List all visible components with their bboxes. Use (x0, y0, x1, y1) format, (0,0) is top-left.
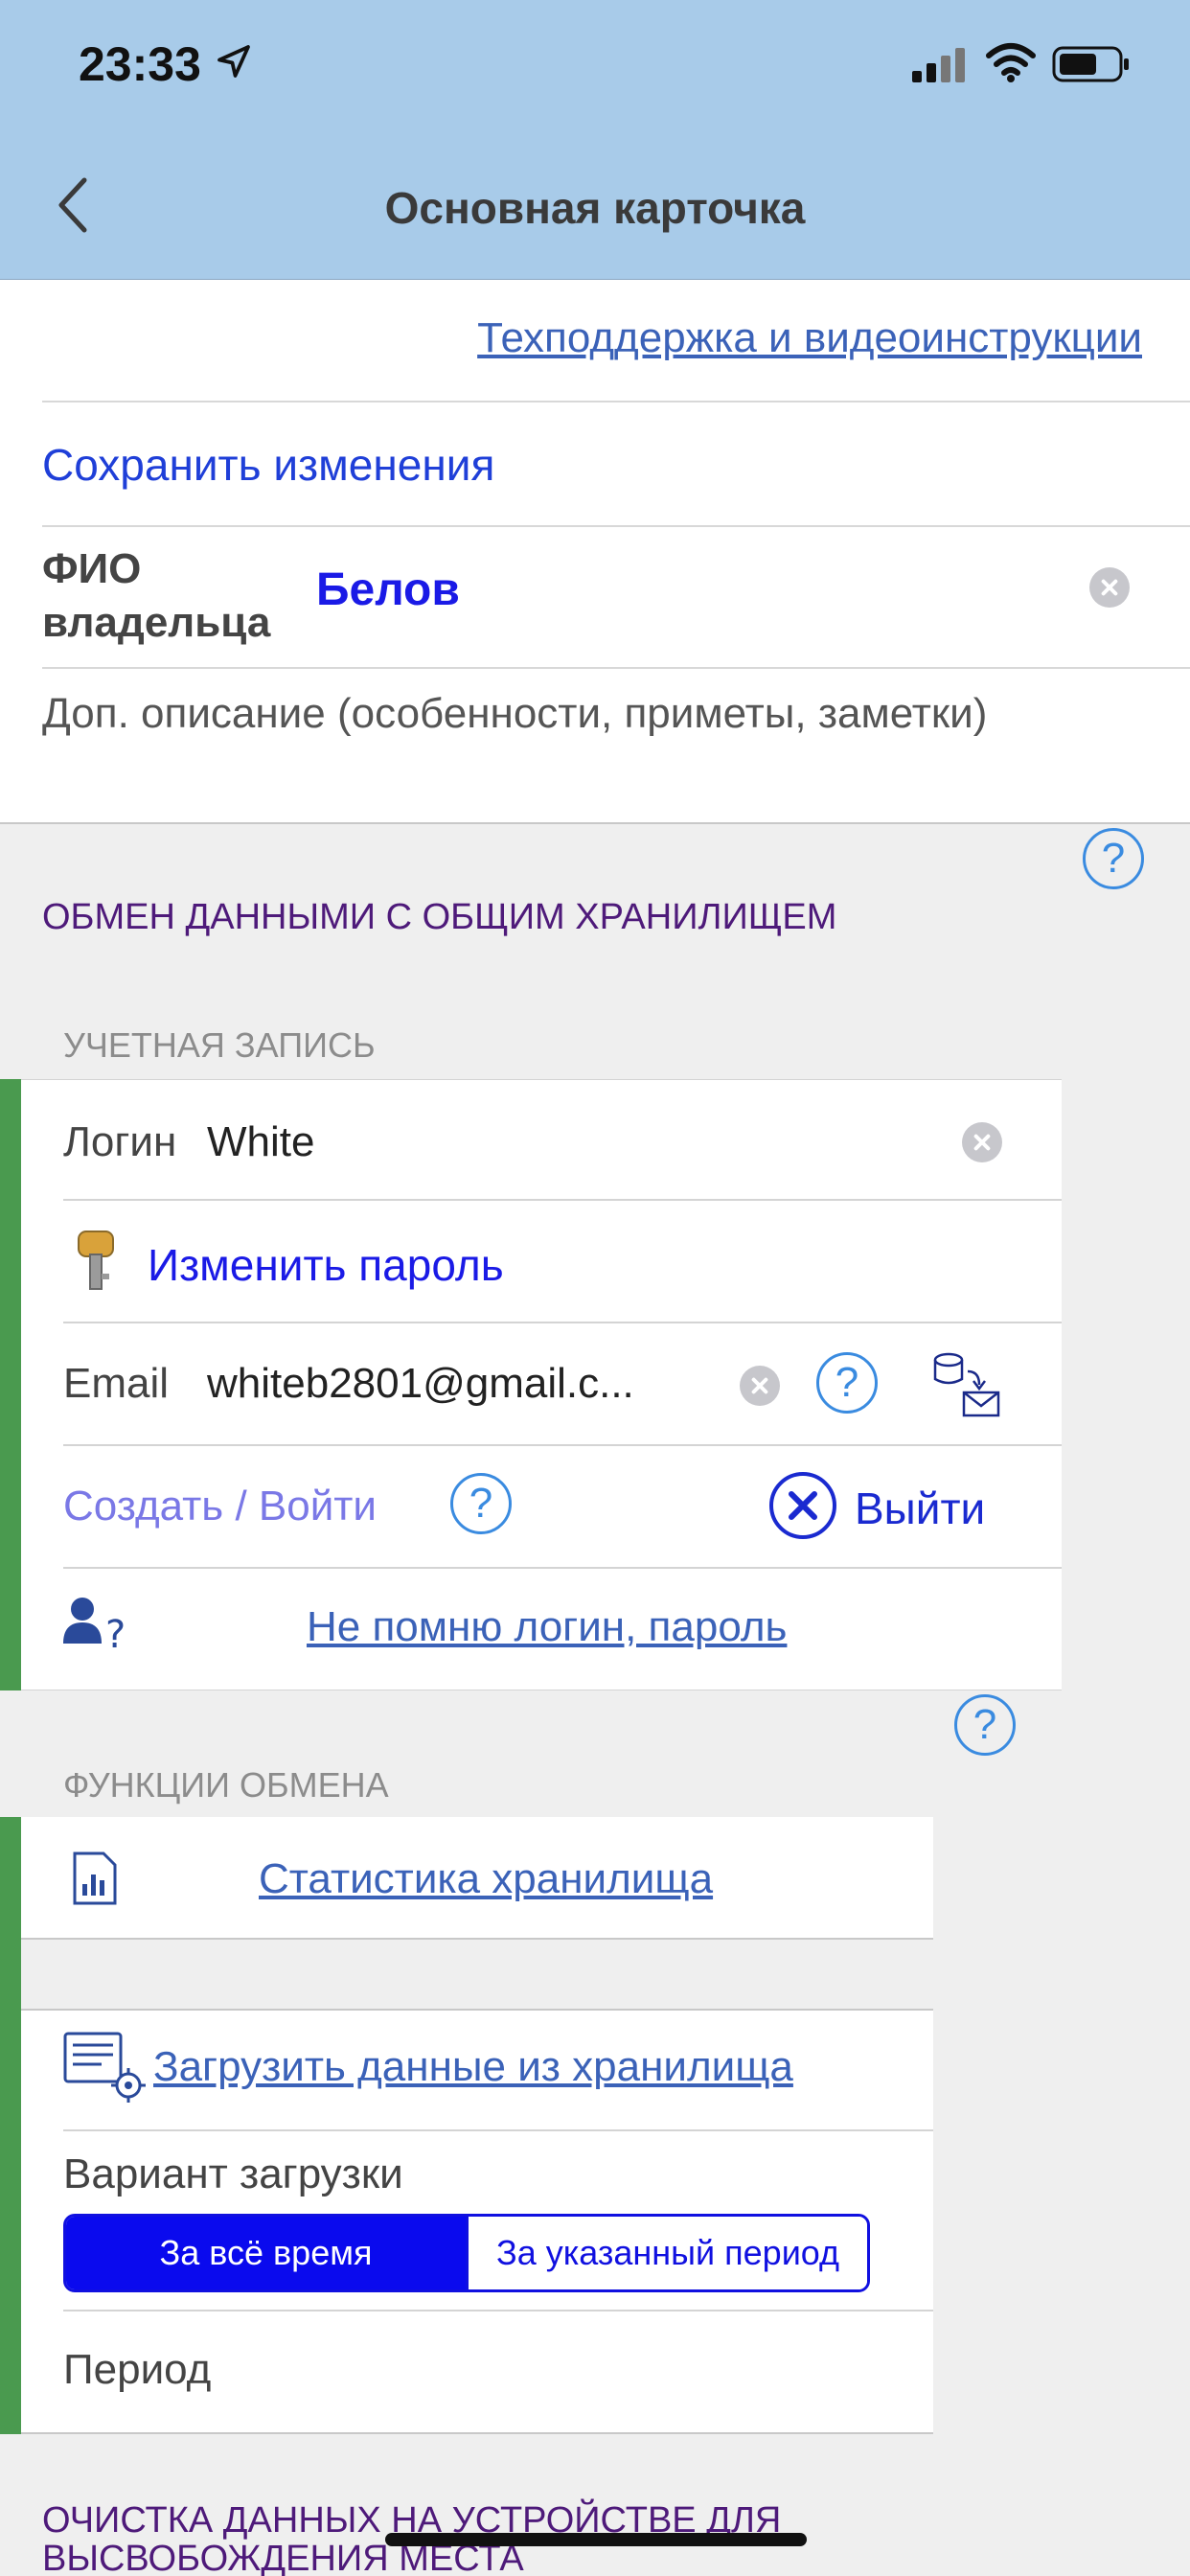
help-functions-icon[interactable]: ? (954, 1694, 1016, 1756)
forgot-credentials-link[interactable]: Не помню логин, пароль (307, 1603, 787, 1651)
divider (42, 667, 1190, 669)
support-link[interactable]: Техподдержка и видеоинструкции (477, 314, 1142, 362)
functions-section-header: ФУНКЦИИ ОБМЕНА (63, 1765, 389, 1805)
divider (63, 1199, 1062, 1201)
functions-green-bar (0, 1817, 21, 2434)
owner-label-line2: владельца (42, 599, 271, 646)
help-exchange-icon[interactable]: ? (1083, 828, 1144, 889)
divider (63, 1444, 1062, 1446)
period-field[interactable]: Период (63, 2346, 211, 2394)
clear-owner-icon[interactable] (1089, 567, 1130, 608)
divider (63, 1322, 1062, 1323)
description-input[interactable]: Доп. описание (особенности, приметы, зам… (42, 690, 987, 738)
login-input[interactable]: White (207, 1118, 314, 1166)
logout-button[interactable]: Выйти (855, 1483, 985, 1534)
svg-text:?: ? (105, 1613, 126, 1655)
battery-icon (1052, 46, 1129, 82)
help-email-icon[interactable]: ? (816, 1352, 878, 1414)
divider (42, 525, 1190, 527)
owner-card: Техподдержка и видеоинструкции Сохранить… (0, 280, 1190, 824)
wifi-icon (986, 43, 1036, 82)
storage-statistics-link[interactable]: Статистика хранилища (259, 1855, 713, 1903)
statistics-chart-icon (73, 1852, 117, 1905)
option-specified-period[interactable]: За указанный период (469, 2217, 867, 2289)
help-create-icon[interactable]: ? (450, 1473, 512, 1534)
account-panel: Логин White Изменить пароль Email whiteb… (21, 1079, 1062, 1690)
divider (42, 401, 1190, 402)
login-label: Логин (63, 1118, 177, 1165)
save-changes-button[interactable]: Сохранить изменения (42, 439, 494, 491)
owner-label-line1: ФИО (42, 545, 142, 592)
create-login-button[interactable]: Создать / Войти (63, 1483, 377, 1530)
email-label: Email (63, 1360, 170, 1407)
navigation-bar: Основная карточка (0, 134, 1190, 280)
load-variant-segmented-control: За всё время За указанный период (63, 2214, 870, 2292)
cellular-signal-icon (912, 48, 965, 82)
option-all-time[interactable]: За всё время (66, 2217, 469, 2289)
logout-x-icon[interactable] (768, 1471, 837, 1540)
load-from-storage-link[interactable]: Загрузить данные из хранилища (153, 2043, 793, 2091)
owner-name-input[interactable]: Белов (316, 564, 460, 616)
divider (63, 2129, 933, 2131)
clear-login-icon[interactable] (962, 1122, 1002, 1162)
user-question-icon: ? (63, 1598, 126, 1655)
divider (63, 1567, 1062, 1569)
divider (63, 2310, 933, 2312)
account-section-header: УЧЕТНАЯ ЗАПИСЬ (63, 1025, 376, 1065)
email-input[interactable]: whiteb2801@gmail.c... (207, 1360, 634, 1408)
account-green-bar (0, 1079, 21, 1690)
database-mail-icon[interactable] (933, 1352, 1002, 1417)
owner-name-label: ФИО владельца (42, 542, 270, 650)
stats-panel: Статистика хранилища (21, 1817, 933, 1940)
load-variant-label: Вариант загрузки (63, 2150, 403, 2197)
load-settings-icon (63, 2032, 146, 2103)
exchange-section-title: ОБМЕН ДАННЫМИ С ОБЩИМ ХРАНИЛИЩЕМ (42, 897, 837, 937)
clear-email-icon[interactable] (740, 1366, 780, 1406)
status-time: 23:33 (79, 37, 201, 91)
home-indicator[interactable] (385, 2533, 807, 2546)
status-bar: 23:33 (0, 0, 1190, 134)
page-title: Основная карточка (384, 183, 806, 233)
change-password-button[interactable]: Изменить пароль (148, 1239, 504, 1291)
location-arrow-icon (217, 45, 250, 78)
key-icon (78, 1230, 114, 1290)
